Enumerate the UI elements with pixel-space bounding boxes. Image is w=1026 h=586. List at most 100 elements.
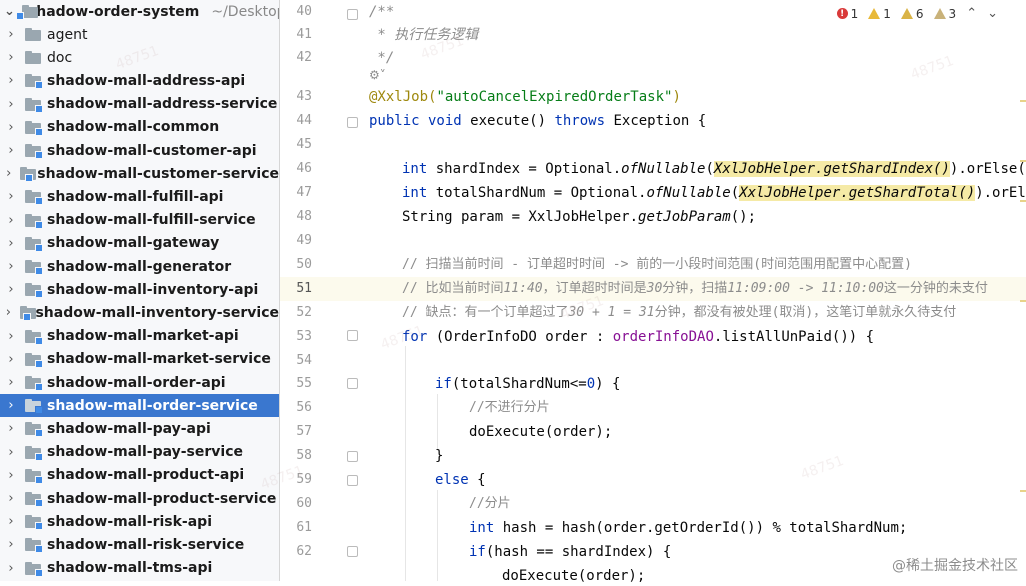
tree-item-label: shadow-mall-product-service bbox=[47, 490, 277, 507]
chevron-right-icon[interactable]: › bbox=[4, 27, 18, 42]
fold-marker[interactable] bbox=[347, 330, 358, 341]
line-number: 57 bbox=[296, 424, 312, 439]
tree-item[interactable]: › shadow-mall-product-api bbox=[0, 464, 279, 487]
fold-marker[interactable] bbox=[347, 378, 358, 389]
chevron-right-icon[interactable]: › bbox=[4, 166, 13, 181]
tree-item-label: shadow-mall-generator bbox=[47, 258, 232, 275]
module-folder-icon bbox=[25, 445, 43, 461]
tree-item[interactable]: › shadow-mall-customer-service bbox=[0, 162, 279, 185]
chevron-right-icon[interactable]: › bbox=[4, 375, 18, 390]
error-count[interactable]: ! 1 bbox=[836, 7, 858, 21]
tree-item[interactable]: › shadow-mall-pay-service bbox=[0, 441, 279, 464]
error-icon: ! bbox=[836, 8, 848, 19]
tree-item[interactable]: › shadow-mall-pay-api bbox=[0, 417, 279, 440]
fold-marker[interactable] bbox=[347, 117, 358, 128]
fold-marker[interactable] bbox=[347, 475, 358, 486]
chevron-right-icon[interactable]: › bbox=[4, 514, 18, 529]
scroll-marker[interactable] bbox=[1020, 300, 1026, 302]
warning-icon bbox=[868, 8, 881, 19]
chevron-right-icon[interactable]: › bbox=[4, 50, 18, 65]
scroll-marker[interactable] bbox=[1020, 200, 1026, 202]
tree-item-label: shadow-mall-gateway bbox=[47, 235, 220, 252]
line-number: 41 bbox=[296, 27, 312, 42]
tree-item-label: shadow-mall-common bbox=[47, 119, 220, 136]
chevron-right-icon[interactable]: › bbox=[4, 120, 18, 135]
warning-count-a[interactable]: 1 bbox=[868, 7, 891, 21]
project-root-path: ~/Desktop bbox=[211, 3, 280, 20]
tree-item[interactable]: › agent bbox=[0, 23, 279, 46]
chevron-right-icon[interactable]: › bbox=[4, 213, 18, 228]
scroll-marker[interactable] bbox=[1020, 100, 1026, 102]
chevron-right-icon[interactable]: › bbox=[4, 236, 18, 251]
tree-item[interactable]: › shadow-mall-market-api bbox=[0, 325, 279, 348]
line-number: 55 bbox=[296, 376, 312, 391]
module-folder-icon bbox=[25, 144, 43, 159]
chevron-right-icon[interactable]: › bbox=[4, 143, 18, 158]
chevron-right-icon[interactable]: › bbox=[4, 97, 18, 112]
chevron-right-icon[interactable]: › bbox=[4, 189, 18, 204]
tree-item[interactable]: › shadow-mall-risk-service bbox=[0, 533, 279, 556]
tree-item[interactable]: › shadow-mall-order-service bbox=[0, 394, 279, 418]
chevron-right-icon[interactable]: › bbox=[4, 468, 18, 483]
tree-item-label: shadow-mall-inventory-service bbox=[35, 304, 279, 321]
code-line-61: int hash = hash(order.getOrderId()) % to… bbox=[469, 520, 908, 536]
line-number: 45 bbox=[296, 137, 312, 152]
chevron-up-icon[interactable]: ⌃ bbox=[966, 6, 977, 21]
scroll-marker[interactable] bbox=[1020, 160, 1026, 162]
chevron-right-icon[interactable]: › bbox=[4, 352, 18, 367]
scroll-marker[interactable] bbox=[1020, 490, 1026, 492]
tree-item[interactable]: › shadow-mall-address-service bbox=[0, 93, 279, 116]
project-root-row[interactable]: ⌄ shadow-order-system ~/Desktop bbox=[0, 0, 279, 23]
chevron-right-icon[interactable]: › bbox=[4, 282, 18, 297]
chevron-right-icon[interactable]: › bbox=[4, 537, 18, 552]
fold-marker[interactable] bbox=[347, 546, 358, 557]
tree-item[interactable]: › shadow-mall-inventory-service bbox=[0, 301, 279, 324]
tree-item[interactable]: › shadow-mall-gateway bbox=[0, 232, 279, 255]
tree-item[interactable]: › shadow-mall-tms-api bbox=[0, 557, 279, 580]
chevron-right-icon[interactable]: › bbox=[4, 73, 18, 88]
fold-marker[interactable] bbox=[347, 9, 358, 20]
chevron-right-icon[interactable]: › bbox=[4, 398, 18, 413]
tree-item[interactable]: › shadow-mall-customer-api bbox=[0, 139, 279, 162]
chevron-right-icon[interactable]: › bbox=[4, 259, 18, 274]
line-number: 56 bbox=[296, 400, 312, 415]
chevron-right-icon[interactable]: › bbox=[4, 561, 18, 576]
warning-count-c[interactable]: 3 bbox=[933, 7, 956, 21]
folder-icon bbox=[25, 28, 41, 41]
tree-item[interactable]: › shadow-mall-generator bbox=[0, 255, 279, 278]
folder-icon bbox=[25, 51, 41, 65]
tree-item[interactable]: › shadow-mall-order-api bbox=[0, 371, 279, 394]
tree-item-label: shadow-mall-market-service bbox=[47, 351, 271, 368]
line-number: 40 bbox=[296, 4, 312, 19]
tree-item[interactable]: › shadow-mall-fulfill-api bbox=[0, 185, 279, 208]
line-number: 62 bbox=[296, 544, 312, 559]
chevron-down-icon[interactable]: ⌄ bbox=[4, 4, 15, 19]
tree-item-label: shadow-mall-customer-api bbox=[47, 142, 257, 159]
tree-item[interactable]: › shadow-mall-fulfill-service bbox=[0, 209, 279, 232]
code-line-51: // 比如当前时间11:40，订单超时时间是30分钟，扫描11:09:00 ->… bbox=[402, 281, 988, 296]
tree-item[interactable]: › shadow-mall-address-api bbox=[0, 69, 279, 92]
inspection-widget[interactable]: ! 1 1 6 3 ⌃ ⌄ bbox=[836, 6, 998, 21]
gear-icon[interactable]: ⚙˅ bbox=[369, 68, 386, 82]
tree-item[interactable]: › shadow-mall-market-service bbox=[0, 348, 279, 371]
line-number: 47 bbox=[296, 185, 312, 200]
tree-item[interactable]: › shadow-mall-inventory-api bbox=[0, 278, 279, 301]
line-number: 46 bbox=[296, 161, 312, 176]
chevron-down-icon[interactable]: ⌄ bbox=[987, 6, 998, 21]
code-line-62: if(hash == shardIndex) { bbox=[469, 544, 672, 560]
tree-item-label: shadow-mall-address-api bbox=[47, 72, 246, 89]
line-number: 43 bbox=[296, 89, 312, 104]
tree-item[interactable]: › doc bbox=[0, 46, 279, 69]
chevron-right-icon[interactable]: › bbox=[4, 329, 18, 344]
chevron-right-icon[interactable]: › bbox=[4, 421, 18, 436]
tree-item[interactable]: › shadow-mall-product-service bbox=[0, 487, 279, 510]
fold-column bbox=[343, 0, 363, 581]
tree-item[interactable]: › shadow-mall-common bbox=[0, 116, 279, 139]
tree-item[interactable]: › shadow-mall-risk-api bbox=[0, 510, 279, 533]
warning-count-b[interactable]: 6 bbox=[900, 7, 924, 21]
tree-item-label: shadow-mall-pay-service bbox=[47, 444, 243, 461]
chevron-right-icon[interactable]: › bbox=[4, 305, 13, 320]
fold-marker[interactable] bbox=[347, 451, 358, 462]
chevron-right-icon[interactable]: › bbox=[4, 491, 18, 506]
chevron-right-icon[interactable]: › bbox=[4, 445, 18, 460]
